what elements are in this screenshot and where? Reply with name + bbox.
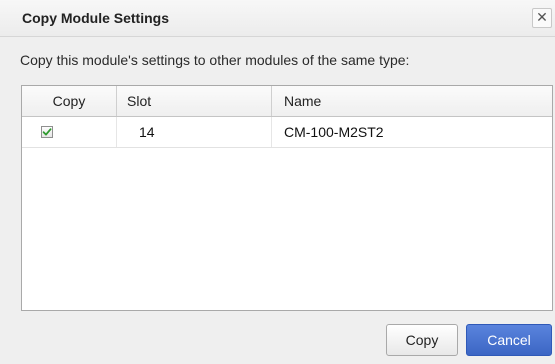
close-button[interactable]: ✕ — [532, 8, 552, 28]
copy-module-settings-dialog: Copy Module Settings ✕ Copy this module'… — [0, 0, 555, 364]
table-row[interactable]: 14 CM-100-M2ST2 — [22, 117, 552, 148]
table-header: Copy Slot Name — [22, 86, 552, 117]
column-header-slot[interactable]: Slot — [117, 86, 272, 116]
copy-button[interactable]: Copy — [386, 324, 458, 356]
close-icon: ✕ — [536, 9, 548, 25]
copy-checkbox[interactable] — [41, 126, 53, 138]
checkmark-icon — [42, 128, 52, 136]
slot-cell: 14 — [117, 117, 272, 147]
cancel-button[interactable]: Cancel — [466, 324, 552, 356]
title-divider — [0, 36, 555, 37]
name-cell: CM-100-M2ST2 — [284, 124, 384, 140]
copy-cell — [22, 117, 117, 147]
modules-table: Copy Slot Name 14 CM-100-M2ST2 — [21, 85, 553, 311]
column-header-copy[interactable]: Copy — [22, 86, 117, 116]
title-bar: Copy Module Settings ✕ — [0, 0, 555, 36]
column-header-name[interactable]: Name — [272, 86, 552, 116]
dialog-title: Copy Module Settings — [22, 10, 169, 26]
instruction-text: Copy this module's settings to other mod… — [20, 52, 410, 68]
